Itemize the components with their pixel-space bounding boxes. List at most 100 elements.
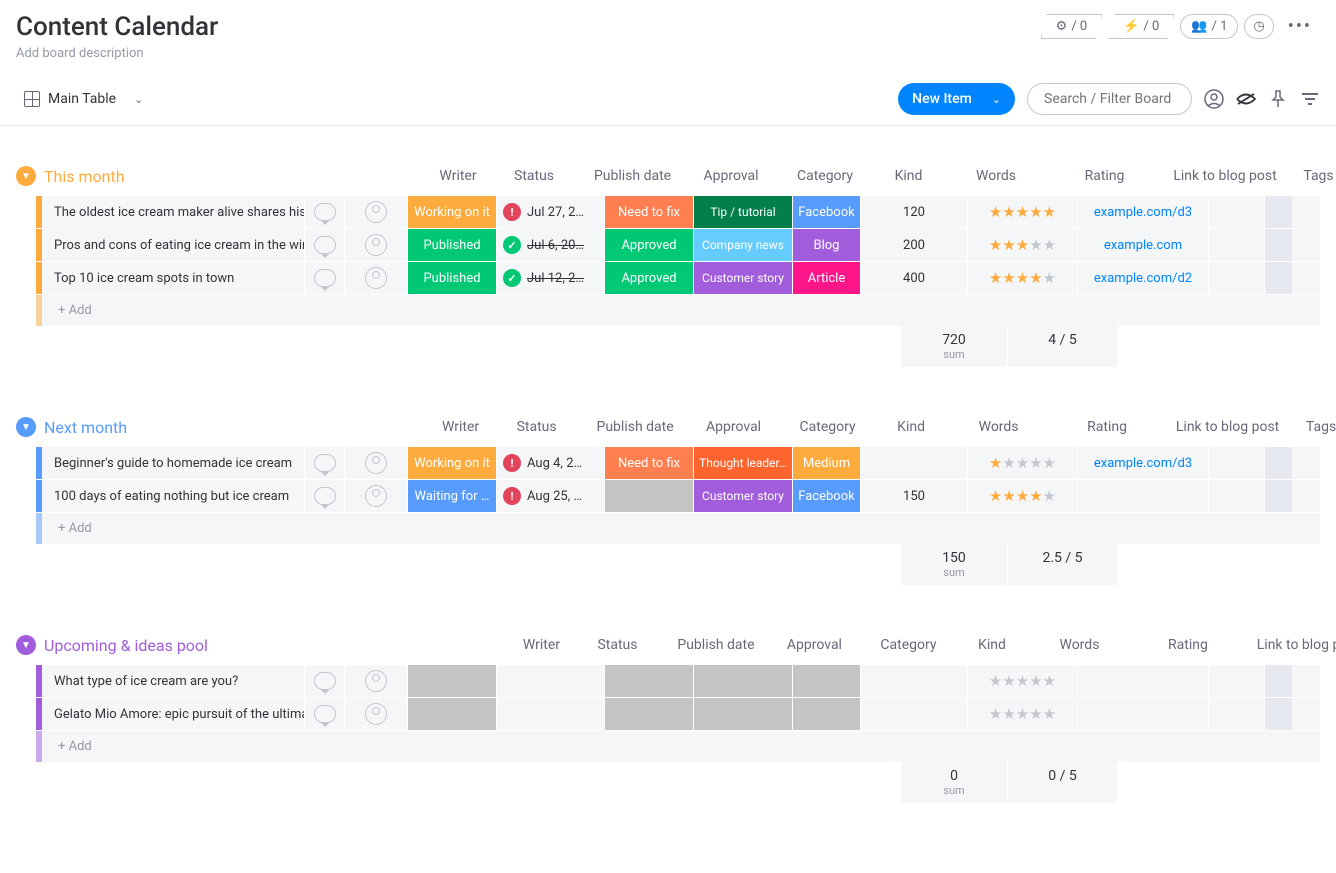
column-header[interactable]: Category — [778, 419, 877, 435]
item-title[interactable]: Pros and cons of eating ice cream in the… — [42, 229, 304, 261]
approval-cell[interactable]: Need to fix — [604, 196, 693, 228]
collapse-button[interactable]: ▼ — [16, 166, 36, 186]
chat-button[interactable] — [304, 262, 344, 294]
status-cell[interactable]: Published — [407, 262, 496, 294]
category-cell[interactable]: Customer story — [693, 262, 792, 294]
item-title[interactable]: Gelato Mio Amore: epic pursuit of the ul… — [42, 698, 304, 730]
rating-cell[interactable]: ★★★★★ — [967, 229, 1077, 261]
add-row-button[interactable]: + Add — [36, 731, 1320, 762]
column-header[interactable]: Kind — [875, 168, 943, 184]
words-cell[interactable] — [860, 665, 967, 697]
category-cell[interactable]: Company news — [693, 229, 792, 261]
item-title[interactable]: Beginner's guide to homemade ice cream — [42, 447, 304, 479]
publish-date-cell[interactable] — [496, 665, 604, 697]
writer-cell[interactable] — [344, 698, 407, 730]
page-subtitle[interactable]: Add board description — [16, 46, 1320, 61]
column-header[interactable]: Writer — [510, 637, 573, 653]
integrations-button[interactable]: ⚡ / 0 — [1108, 14, 1174, 39]
kind-cell[interactable]: Facebook — [792, 196, 860, 228]
words-cell[interactable]: 120 — [860, 196, 967, 228]
status-cell[interactable]: Working on it — [407, 196, 496, 228]
column-header[interactable]: Words — [1026, 637, 1133, 653]
rating-cell[interactable]: ★★★★★ — [967, 262, 1077, 294]
writer-cell[interactable] — [344, 262, 407, 294]
add-row-button[interactable]: + Add — [36, 513, 1320, 544]
category-cell[interactable] — [693, 698, 792, 730]
filter-icon[interactable] — [1300, 89, 1320, 109]
view-selector[interactable]: Main Table ⌄ — [16, 87, 151, 111]
approval-cell[interactable]: Need to fix — [604, 447, 693, 479]
column-header[interactable]: Link to blog post — [1160, 168, 1291, 184]
status-cell[interactable]: Working on it — [407, 447, 496, 479]
column-header[interactable]: Words — [943, 168, 1050, 184]
kind-cell[interactable]: Medium — [792, 447, 860, 479]
publish-date-cell[interactable] — [496, 698, 604, 730]
column-header[interactable]: Rating — [1052, 419, 1162, 435]
column-header[interactable]: Publish date — [581, 419, 689, 435]
tags-cell[interactable] — [1208, 447, 1264, 479]
approval-cell[interactable]: Approved — [604, 229, 693, 261]
link-cell[interactable] — [1077, 480, 1208, 512]
chat-button[interactable] — [304, 698, 344, 730]
table-row[interactable]: The oldest ice cream maker alive shares … — [36, 196, 1320, 229]
chat-button[interactable] — [304, 480, 344, 512]
column-header[interactable]: Link to blog post — [1243, 637, 1336, 653]
group-title[interactable]: Upcoming & ideas pool — [44, 636, 208, 655]
table-row[interactable]: Top 10 ice cream spots in town Published… — [36, 262, 1320, 295]
category-cell[interactable]: Customer story — [693, 480, 792, 512]
chat-button[interactable] — [304, 447, 344, 479]
category-cell[interactable] — [693, 665, 792, 697]
group-title[interactable]: This month — [44, 167, 125, 186]
writer-cell[interactable] — [344, 447, 407, 479]
add-row-button[interactable]: + Add — [36, 295, 1320, 326]
link-cell[interactable] — [1077, 698, 1208, 730]
approval-cell[interactable] — [604, 665, 693, 697]
status-cell[interactable]: Published — [407, 229, 496, 261]
table-row[interactable]: What type of ice cream are you? ★★★★★ — [36, 665, 1320, 698]
column-header[interactable]: Words — [945, 419, 1052, 435]
column-header[interactable]: Kind — [958, 637, 1026, 653]
tags-cell[interactable] — [1208, 229, 1264, 261]
column-header[interactable]: Approval — [689, 419, 778, 435]
status-cell[interactable]: Waiting for … — [407, 480, 496, 512]
writer-cell[interactable] — [344, 480, 407, 512]
kind-cell[interactable]: Blog — [792, 229, 860, 261]
kind-cell[interactable]: Article — [792, 262, 860, 294]
column-header[interactable]: Rating — [1133, 637, 1243, 653]
item-title[interactable]: Top 10 ice cream spots in town — [42, 262, 304, 294]
link-cell[interactable] — [1077, 665, 1208, 697]
search-input[interactable] — [1027, 83, 1192, 115]
tags-cell[interactable] — [1208, 480, 1264, 512]
link-cell[interactable]: example.com/d3 — [1077, 196, 1208, 228]
chat-button[interactable] — [304, 229, 344, 261]
column-header[interactable]: Publish date — [579, 168, 687, 184]
approval-cell[interactable]: Approved — [604, 262, 693, 294]
status-cell[interactable] — [407, 698, 496, 730]
collapse-button[interactable]: ▼ — [16, 417, 36, 437]
column-header[interactable]: Kind — [877, 419, 945, 435]
group-title[interactable]: Next month — [44, 418, 127, 437]
item-title[interactable]: What type of ice cream are you? — [42, 665, 304, 697]
rating-cell[interactable]: ★★★★★ — [967, 698, 1077, 730]
approval-cell[interactable] — [604, 480, 693, 512]
pin-icon[interactable] — [1268, 89, 1288, 109]
column-header[interactable]: Category — [859, 637, 958, 653]
kind-cell[interactable] — [792, 665, 860, 697]
more-icon[interactable]: ••• — [1280, 12, 1320, 41]
publish-date-cell[interactable]: ✓Jul 6, 20… — [496, 229, 604, 261]
words-cell[interactable] — [860, 698, 967, 730]
column-header[interactable]: Publish date — [662, 637, 770, 653]
publish-date-cell[interactable]: ✓Jul 12, 2… — [496, 262, 604, 294]
approval-cell[interactable] — [604, 698, 693, 730]
tags-cell[interactable] — [1208, 698, 1264, 730]
rating-cell[interactable]: ★★★★★ — [967, 447, 1077, 479]
publish-date-cell[interactable]: !Aug 25, … — [496, 480, 604, 512]
collapse-button[interactable]: ▼ — [16, 635, 36, 655]
tags-cell[interactable] — [1208, 196, 1264, 228]
rating-cell[interactable]: ★★★★★ — [967, 196, 1077, 228]
column-header[interactable]: Rating — [1050, 168, 1160, 184]
link-cell[interactable]: example.com — [1077, 229, 1208, 261]
column-header[interactable]: Category — [776, 168, 875, 184]
column-header[interactable]: Approval — [770, 637, 859, 653]
rating-cell[interactable]: ★★★★★ — [967, 480, 1077, 512]
